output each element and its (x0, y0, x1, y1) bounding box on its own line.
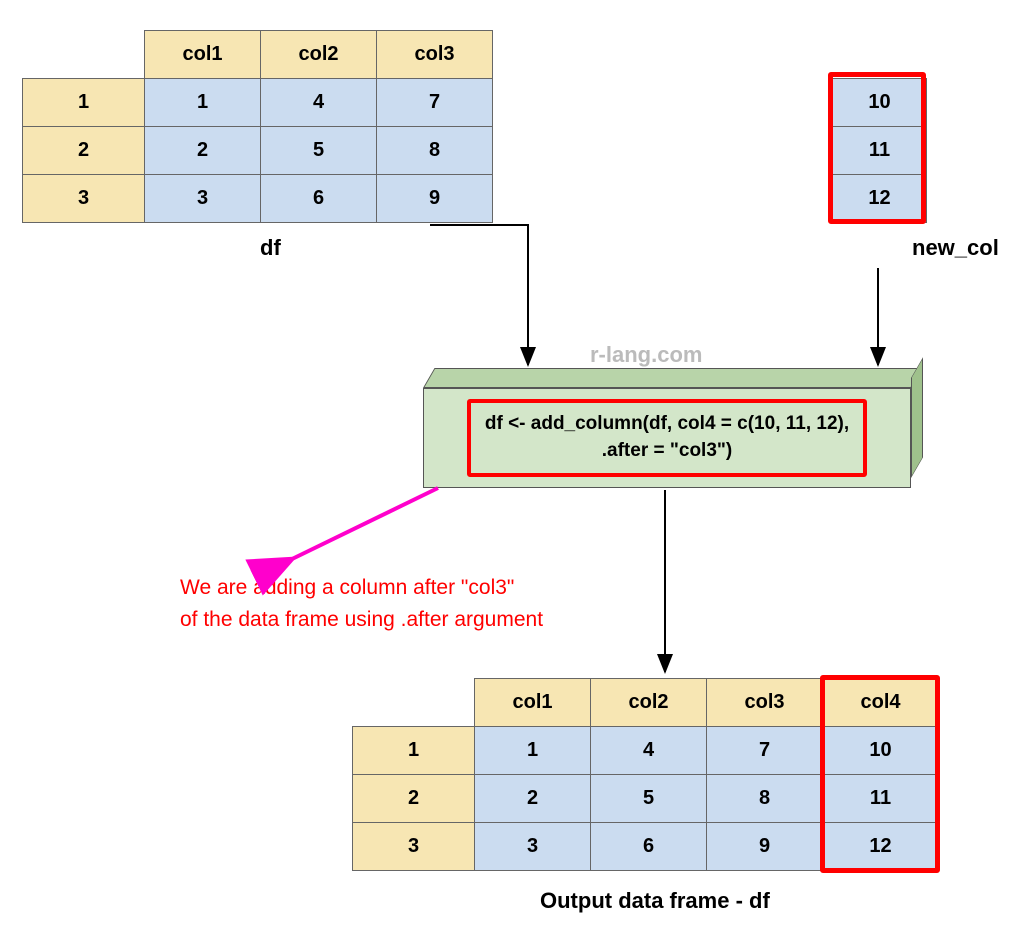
input-df-table: col1 col2 col3 1 1 4 7 2 2 5 8 3 3 6 9 (22, 30, 493, 223)
input-cell: 2 (145, 127, 261, 175)
output-df-table: col1 col2 col3 col4 1 1 4 7 10 2 2 5 8 1… (352, 678, 939, 871)
code-box: df <- add_column(df, col4 = c(10, 11, 12… (423, 388, 911, 488)
output-cell: 6 (591, 823, 707, 871)
input-df-label: df (260, 235, 281, 261)
output-row-header: 1 (353, 727, 475, 775)
new-col-table: 10 11 12 (832, 78, 927, 223)
output-cell: 9 (707, 823, 823, 871)
input-cell: 1 (145, 79, 261, 127)
input-col-header: col3 (377, 31, 493, 79)
output-cell: 4 (591, 727, 707, 775)
output-cell: 10 (823, 727, 939, 775)
code-highlight-box: df <- add_column(df, col4 = c(10, 11, 12… (467, 399, 867, 476)
input-row-header: 1 (23, 79, 145, 127)
annotation-text: We are adding a column after "col3" of t… (180, 572, 543, 635)
output-col-header: col1 (475, 679, 591, 727)
output-cell: 2 (475, 775, 591, 823)
output-row-header: 3 (353, 823, 475, 871)
watermark-text: r-lang.com (590, 342, 702, 368)
output-row-header: 2 (353, 775, 475, 823)
input-cell: 9 (377, 175, 493, 223)
output-cell: 5 (591, 775, 707, 823)
new-col-cell: 10 (833, 79, 927, 127)
input-cell: 8 (377, 127, 493, 175)
output-cell: 11 (823, 775, 939, 823)
annotation-line-1: We are adding a column after "col3" (180, 576, 514, 599)
input-cell: 3 (145, 175, 261, 223)
output-cell: 7 (707, 727, 823, 775)
code-line-2: .after = "col3") (602, 440, 732, 461)
new-col-cell: 12 (833, 175, 927, 223)
input-cell: 6 (261, 175, 377, 223)
output-col-header: col2 (591, 679, 707, 727)
output-df-label: Output data frame - df (540, 888, 770, 914)
new-col-label: new_col (912, 235, 999, 261)
input-col-header: col2 (261, 31, 377, 79)
output-cell: 8 (707, 775, 823, 823)
output-cell: 3 (475, 823, 591, 871)
input-row-header: 3 (23, 175, 145, 223)
input-row-header: 2 (23, 127, 145, 175)
annotation-line-2: of the data frame using .after argument (180, 608, 543, 631)
input-cell: 5 (261, 127, 377, 175)
new-col-cell: 11 (833, 127, 927, 175)
code-line-1: df <- add_column(df, col4 = c(10, 11, 12… (485, 413, 849, 434)
output-cell: 1 (475, 727, 591, 775)
input-cell: 7 (377, 79, 493, 127)
output-cell: 12 (823, 823, 939, 871)
input-cell: 4 (261, 79, 377, 127)
output-col-header: col3 (707, 679, 823, 727)
output-col-header: col4 (823, 679, 939, 727)
input-col-header: col1 (145, 31, 261, 79)
